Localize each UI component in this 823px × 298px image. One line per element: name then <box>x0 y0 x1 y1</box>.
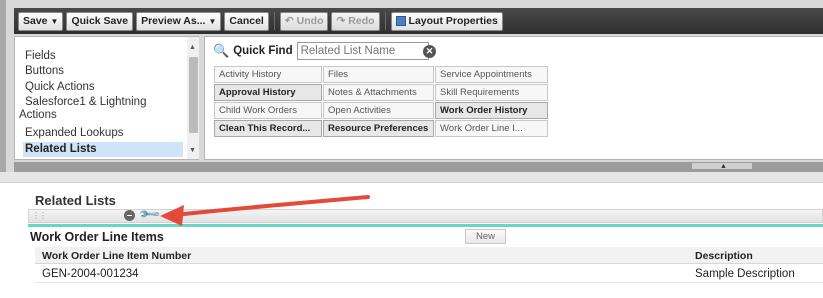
palette-item[interactable]: Clean This Record... <box>214 120 322 137</box>
search-icon: 🔍 <box>213 43 230 58</box>
grip-icon[interactable]: ⋮⋮ <box>32 211 47 220</box>
undo-label: Undo <box>296 15 324 27</box>
palette-item[interactable]: Files <box>323 66 434 83</box>
toolbar-divider <box>384 12 386 30</box>
sidebar-item-expanded-lookups[interactable]: Expanded Lookups <box>25 127 123 140</box>
quick-find-label: Quick Find <box>233 45 293 57</box>
table-cell: Sample Description <box>695 268 795 280</box>
quick-find-input[interactable] <box>296 42 429 60</box>
palette-item[interactable]: Work Order History <box>435 102 548 119</box>
palette-grid: Activity History Files Service Appointme… <box>214 66 548 137</box>
palette-item[interactable]: Open Activities <box>323 102 434 119</box>
sidebar-scroll-thumb[interactable] <box>189 57 198 133</box>
table-row: GEN-2004-001234 Sample Description <box>35 265 823 283</box>
cancel-button[interactable]: Cancel <box>224 11 269 31</box>
sidebar-item-fields[interactable]: Fields <box>25 50 56 63</box>
redo-icon: ↷ <box>336 15 346 27</box>
dropdown-caret-icon[interactable]: ▼ <box>208 17 216 26</box>
sidebar-item-related-lists[interactable]: Related Lists <box>23 142 183 157</box>
frame-bottom-edge <box>0 172 823 183</box>
palette-item[interactable]: Resource Preferences <box>323 120 434 137</box>
clear-icon[interactable]: ✕ <box>423 45 436 58</box>
layout-properties-button[interactable]: Layout Properties <box>390 11 503 31</box>
palette-category-list: Fields Buttons Quick Actions Salesforce1… <box>14 36 199 160</box>
preview-as-label: Preview As... <box>141 15 206 27</box>
sidebar-item-salesforce1-actions-cont[interactable]: Actions <box>19 109 57 122</box>
save-button-label: Save <box>23 15 48 27</box>
layout-toolbar: Save ▼ Quick Save Preview As... ▼ Cancel… <box>14 8 823 34</box>
remove-icon[interactable] <box>124 210 135 221</box>
preview-as-button[interactable]: Preview As... ▼ <box>136 11 222 31</box>
quick-save-button[interactable]: Quick Save <box>66 11 134 31</box>
section-accent-line <box>28 224 823 227</box>
quick-find: 🔍 Quick Find <box>213 42 429 60</box>
collapse-caret-icon[interactable]: ▲ <box>720 163 727 170</box>
layout-properties-icon <box>395 16 406 26</box>
palette-item[interactable]: Activity History <box>214 66 322 83</box>
column-header: Work Order Line Item Number <box>42 250 192 262</box>
section-title: Related Lists <box>35 193 116 208</box>
palette-item[interactable]: Child Work Orders <box>214 102 322 119</box>
scroll-up-icon[interactable]: ▲ <box>189 44 196 51</box>
undo-button[interactable]: ↶ Undo <box>279 11 329 31</box>
new-button[interactable]: New <box>465 229 506 244</box>
sidebar-item-quick-actions[interactable]: Quick Actions <box>25 81 95 94</box>
toolbar-divider <box>273 12 275 30</box>
palette-item[interactable]: Work Order Line I... <box>435 120 548 137</box>
column-header: Description <box>695 250 753 262</box>
frame-edge <box>0 0 6 183</box>
palette-panel: 🔍 Quick Find ✕ Activity History Files Se… <box>204 36 823 160</box>
related-list-name: Work Order Line Items <box>30 230 164 244</box>
palette-item[interactable]: Skill Requirements <box>435 84 548 101</box>
undo-icon: ↶ <box>284 15 294 27</box>
table-cell: GEN-2004-001234 <box>42 268 139 280</box>
palette-item[interactable]: Approval History <box>214 84 322 101</box>
redo-button[interactable]: ↷ Redo <box>331 11 380 31</box>
sidebar-item-salesforce1-actions[interactable]: Salesforce1 & Lightning <box>25 96 146 109</box>
save-button[interactable]: Save ▼ <box>18 11 64 31</box>
palette-item[interactable]: Notes & Attachments <box>323 84 434 101</box>
dropdown-caret-icon[interactable]: ▼ <box>51 17 59 26</box>
table-header: Work Order Line Item Number Description <box>35 247 823 264</box>
sidebar-item-buttons[interactable]: Buttons <box>25 65 64 78</box>
palette-item[interactable]: Service Appointments <box>435 66 548 83</box>
layout-properties-label: Layout Properties <box>408 15 498 27</box>
quick-save-label: Quick Save <box>71 15 129 27</box>
cancel-label: Cancel <box>229 15 264 27</box>
scroll-down-icon[interactable]: ▼ <box>189 147 196 154</box>
redo-label: Redo <box>348 15 375 27</box>
